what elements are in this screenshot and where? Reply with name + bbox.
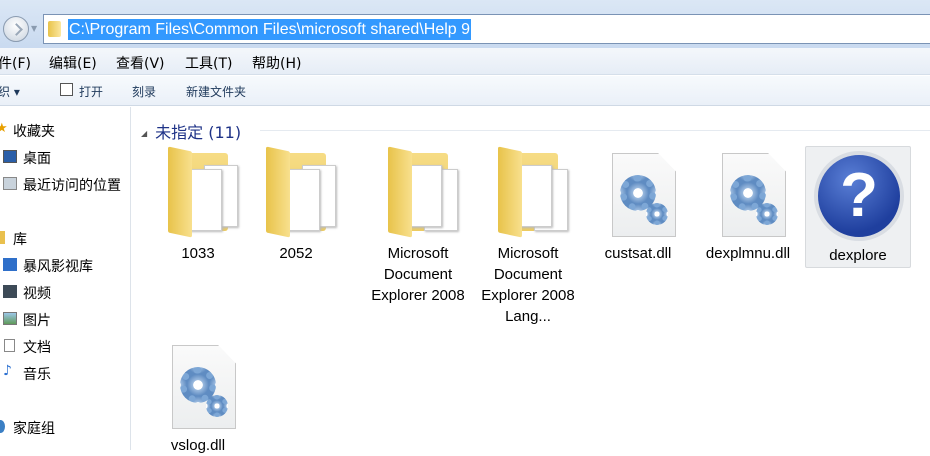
video-icon: [3, 285, 17, 298]
file-item-folder[interactable]: Microsoft Document Explorer 2008: [365, 145, 471, 306]
collapse-icon: ◢: [141, 129, 148, 138]
help-icon: ?: [810, 147, 906, 245]
new-folder-button[interactable]: 新建文件夹: [186, 83, 246, 100]
homegroup-icon: [0, 420, 5, 433]
menu-edit[interactable]: 编辑(E): [49, 53, 97, 73]
file-item-folder[interactable]: 1033: [145, 145, 251, 264]
history-dropdown-icon[interactable]: ▼: [31, 24, 37, 33]
address-path[interactable]: C:\Program Files\Common Files\microsoft …: [68, 19, 472, 40]
pictures-icon: [3, 312, 17, 325]
desktop-icon: [3, 150, 17, 163]
menu-tools[interactable]: 工具(T): [185, 53, 232, 73]
folder-icon: [248, 145, 344, 243]
menu-help[interactable]: 帮助(H): [252, 53, 301, 73]
burn-button[interactable]: 刻录: [132, 83, 156, 100]
menu-bar: 件(F) 编辑(E) 查看(V) 工具(T) 帮助(H): [0, 48, 930, 75]
library-icon: [0, 231, 5, 244]
file-item-folder[interactable]: 2052: [243, 145, 349, 264]
file-item-selected[interactable]: ? dexplore: [805, 146, 911, 268]
file-item-dll[interactable]: custsat.dll: [585, 145, 691, 264]
organize-button[interactable]: 织 ▾: [0, 83, 20, 100]
toolbar: 织 ▾ 打开 刻录 新建文件夹: [0, 76, 930, 106]
folder-icon: [480, 145, 576, 243]
open-icon: [60, 83, 73, 96]
address-bar[interactable]: C:\Program Files\Common Files\microsoft …: [43, 14, 930, 44]
navigation-pane: ★ 收藏夹 桌面 最近访问的位置 库 暴风影视库 视频 图片 文档 ♪ 音乐 家庭组: [0, 107, 131, 450]
folder-icon: [150, 145, 246, 243]
dll-gear-icon: [590, 145, 686, 243]
navigation-bar: ▼ C:\Program Files\Common Files\microsof…: [0, 0, 930, 48]
dll-gear-icon: [150, 337, 246, 435]
folder-icon: [370, 145, 466, 243]
star-icon: ★: [0, 121, 8, 136]
folder-icon: [48, 21, 61, 37]
back-button[interactable]: [3, 16, 29, 42]
file-item-dll[interactable]: dexplmnu.dll: [695, 145, 801, 264]
documents-icon: [4, 339, 15, 352]
file-list: ◢ 未指定 (11) 1033 2052 Microsoft Document E…: [132, 107, 930, 454]
file-item-dll[interactable]: vslog.dll: [145, 337, 251, 456]
menu-file[interactable]: 件(F): [0, 53, 31, 73]
file-item-folder[interactable]: Microsoft Document Explorer 2008 Lang...: [475, 145, 581, 327]
dll-gear-icon: [700, 145, 796, 243]
music-icon: ♪: [3, 363, 12, 379]
group-divider: [260, 130, 930, 131]
group-header[interactable]: ◢ 未指定 (11): [141, 119, 241, 143]
media-library-icon: [3, 258, 17, 271]
open-button[interactable]: 打开: [79, 83, 103, 100]
recent-places-icon: [3, 177, 17, 190]
menu-view[interactable]: 查看(V): [116, 53, 165, 73]
